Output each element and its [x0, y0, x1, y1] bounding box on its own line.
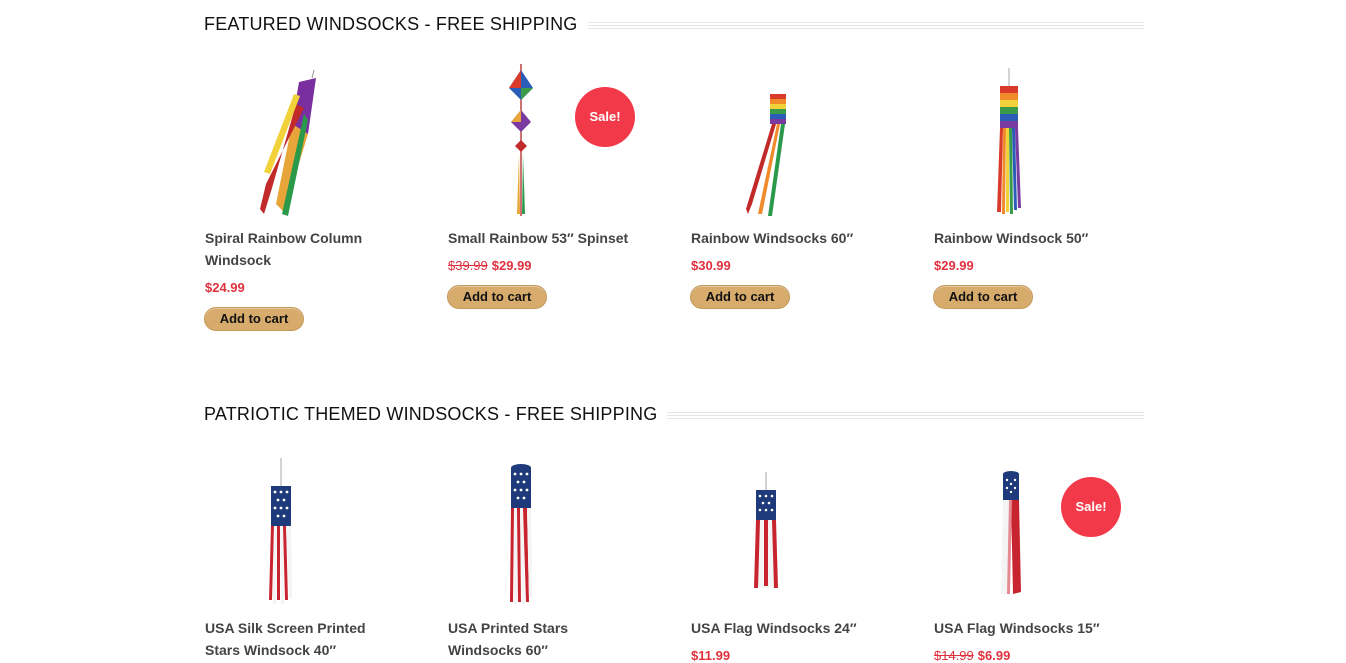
- old-price: $14.99: [934, 648, 974, 663]
- product-image-spiral-rainbow[interactable]: [204, 64, 404, 224]
- product-price: $11.99: [691, 648, 730, 663]
- current-price: $24.99: [205, 280, 245, 295]
- product-name[interactable]: Small Rainbow 53″ Spinset: [448, 227, 643, 249]
- product-name[interactable]: USA Flag Windsocks 15″: [934, 617, 1129, 639]
- product-name[interactable]: Rainbow Windsock 50″: [934, 227, 1129, 249]
- product-image-usa-printed-60[interactable]: [447, 454, 647, 614]
- add-to-cart-button[interactable]: Add to cart: [690, 285, 790, 309]
- product-name[interactable]: USA Silk Screen Printed Stars Windsock 4…: [205, 617, 400, 661]
- section-divider: [587, 20, 1144, 29]
- current-price: $29.99: [491, 258, 532, 273]
- section-title: FEATURED WINDSOCKS - FREE SHIPPING: [204, 14, 578, 34]
- product-price: $24.99: [205, 280, 245, 295]
- add-to-cart-button[interactable]: Add to cart: [933, 285, 1033, 309]
- section-title: PATRIOTIC THEMED WINDSOCKS - FREE SHIPPI…: [204, 404, 658, 424]
- product-image-usa-silk-40[interactable]: [204, 454, 404, 614]
- product-price: $30.99: [691, 258, 731, 273]
- current-price: $6.99: [977, 648, 1011, 663]
- current-price: $11.99: [691, 648, 731, 663]
- product-name[interactable]: USA Flag Windsocks 24″: [691, 617, 886, 639]
- product-price: $14.99 $6.99: [934, 648, 1010, 663]
- old-price: $39.99: [448, 258, 488, 273]
- product-name[interactable]: USA Printed Stars Windsocks 60″: [448, 617, 643, 661]
- sale-badge: Sale!: [1061, 477, 1121, 537]
- section-divider: [667, 410, 1144, 419]
- product-price: $29.99: [934, 258, 974, 273]
- product-image-usa-flag-24[interactable]: [690, 454, 890, 614]
- product-image-rainbow-50[interactable]: [933, 64, 1133, 224]
- add-to-cart-button[interactable]: Add to cart: [204, 307, 304, 331]
- current-price: $29.99: [934, 258, 974, 273]
- product-image-rainbow-60[interactable]: [690, 64, 890, 224]
- current-price: $30.99: [691, 258, 731, 273]
- product-name[interactable]: Rainbow Windsocks 60″: [691, 227, 886, 249]
- section-header-patriotic: PATRIOTIC THEMED WINDSOCKS - FREE SHIPPI…: [204, 404, 1144, 425]
- product-name[interactable]: Spiral Rainbow Column Windsock: [205, 227, 400, 271]
- section-header-featured: FEATURED WINDSOCKS - FREE SHIPPING: [204, 14, 1144, 35]
- add-to-cart-button[interactable]: Add to cart: [447, 285, 547, 309]
- sale-badge: Sale!: [575, 87, 635, 147]
- product-price: $39.99 $29.99: [448, 258, 532, 273]
